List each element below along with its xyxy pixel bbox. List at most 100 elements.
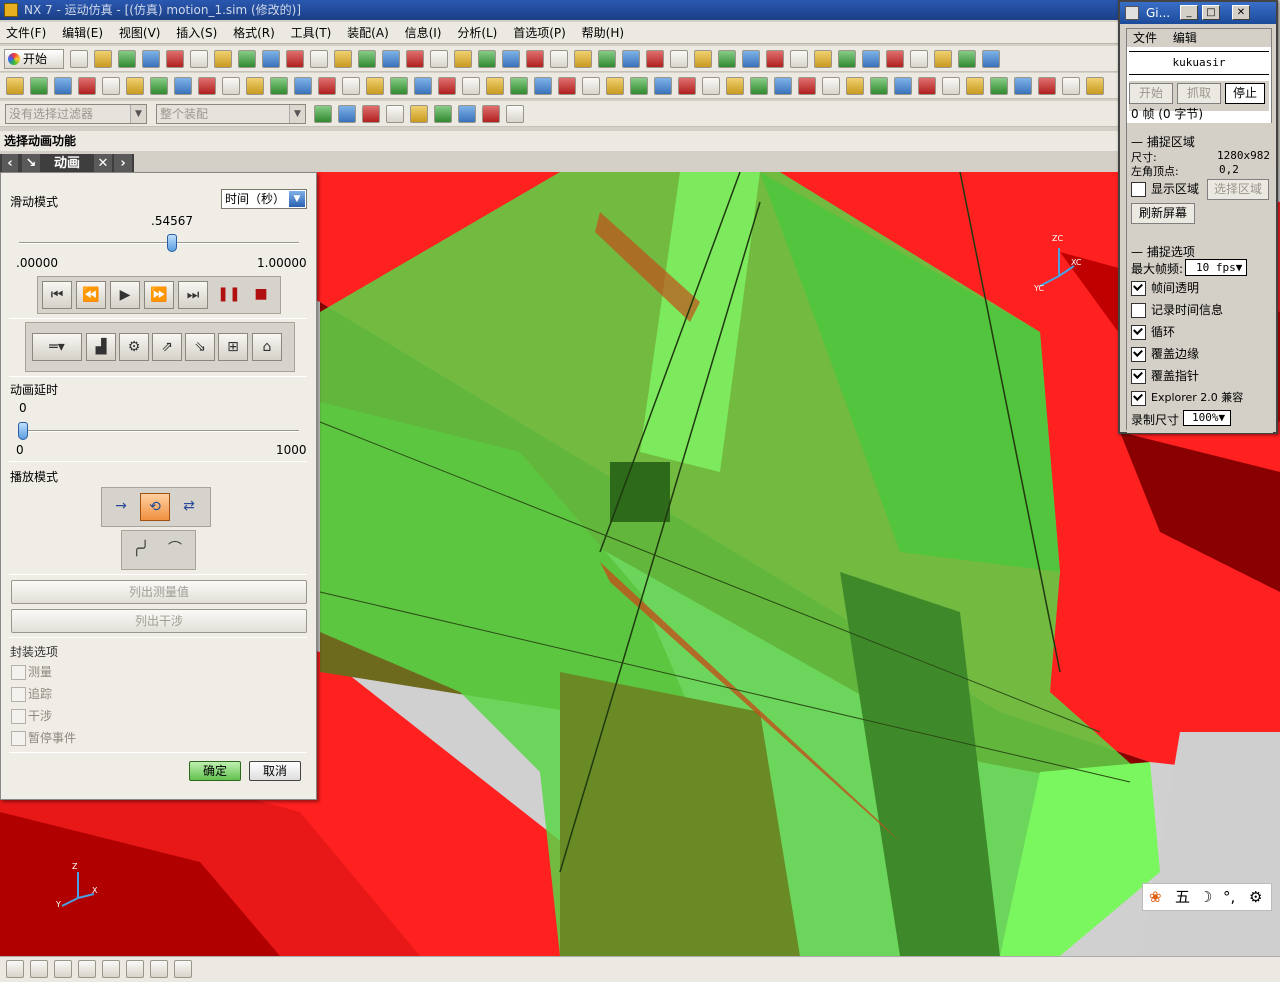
toolbar-tool-icon[interactable] (294, 77, 312, 95)
toolbar-tool-icon[interactable] (286, 50, 304, 68)
measure-checkbox[interactable]: 测量 (11, 664, 52, 680)
toolbar-tool-icon[interactable] (894, 77, 912, 95)
toolbar-tool-icon[interactable] (718, 50, 736, 68)
toolbar-tool-icon[interactable] (726, 77, 744, 95)
toolbar-tool-icon[interactable] (1086, 77, 1104, 95)
toolbar-tool-icon[interactable] (1014, 77, 1032, 95)
close-icon[interactable]: ✕ (94, 154, 112, 173)
trace-checkbox[interactable]: 追踪 (11, 686, 52, 702)
tool-icon[interactable]: ⇘ (185, 333, 215, 361)
toolbar-tool-icon[interactable] (462, 77, 480, 95)
gif-menu-edit[interactable]: 编辑 (1173, 31, 1197, 45)
toolbar-tool-icon[interactable] (846, 77, 864, 95)
start-button[interactable]: 开始 (4, 49, 64, 69)
toolbar-tool-icon[interactable] (270, 77, 288, 95)
list-interference-button[interactable]: 列出干涉 (11, 609, 307, 633)
tool-icon[interactable]: ▟ (86, 333, 116, 361)
toolbar-tool-icon[interactable] (310, 50, 328, 68)
toolbar-tool-icon[interactable] (318, 77, 336, 95)
step-forward-icon[interactable]: ⏩ (144, 281, 174, 309)
close-icon[interactable]: ✕ (1232, 5, 1250, 20)
toolbar-tool-icon[interactable] (534, 77, 552, 95)
chevron-right-icon[interactable]: › (114, 154, 132, 173)
cover-edge-checkbox[interactable]: 覆盖边缘 (1131, 346, 1199, 362)
toolbar-tool-icon[interactable] (338, 105, 356, 123)
toolbar-tool-icon[interactable] (486, 77, 504, 95)
tool-icon[interactable]: ⊞ (218, 333, 248, 361)
toolbar-tool-icon[interactable] (550, 50, 568, 68)
max-fps-select[interactable]: 10 fps▼ (1185, 259, 1247, 276)
toolbar-tool-icon[interactable] (390, 77, 408, 95)
toolbar-tool-icon[interactable] (598, 50, 616, 68)
toolbar-tool-icon[interactable] (822, 77, 840, 95)
toolbar-tool-icon[interactable] (886, 50, 904, 68)
pause-icon[interactable]: ❚❚ (214, 281, 244, 309)
loop-checkbox[interactable]: 循环 (1131, 324, 1175, 340)
toolbar-tool-icon[interactable] (434, 105, 452, 123)
ime-mode-char[interactable]: 五 (1175, 884, 1190, 910)
toolbar-tool-icon[interactable] (414, 77, 432, 95)
toolbar-tool-icon[interactable] (870, 77, 888, 95)
tool-icon[interactable]: ⚙ (119, 333, 149, 361)
toolbar-tool-icon[interactable] (438, 77, 456, 95)
toolbar-tool-icon[interactable] (862, 50, 880, 68)
toolbar-tool-icon[interactable] (342, 77, 360, 95)
toolbar-tool-icon[interactable] (670, 50, 688, 68)
toolbar-tool-icon[interactable] (458, 105, 476, 123)
gif-capture-button[interactable]: 抓取 (1177, 83, 1221, 104)
toolbar-tool-icon[interactable] (362, 105, 380, 123)
rewind-to-start-icon[interactable]: ⏮ (42, 281, 72, 309)
toolbar-tool-icon[interactable] (238, 50, 256, 68)
toolbar-tool-icon[interactable] (30, 960, 48, 978)
toolbar-tool-icon[interactable] (358, 50, 376, 68)
explorer-compat-checkbox[interactable]: Explorer 2.0 兼容 (1131, 390, 1243, 406)
toolbar-tool-icon[interactable] (102, 77, 120, 95)
menu-tools[interactable]: 工具(T) (285, 22, 338, 44)
toolbar-tool-icon[interactable] (54, 960, 72, 978)
toolbar-tool-icon[interactable] (94, 50, 112, 68)
cancel-button[interactable]: 取消 (249, 761, 301, 781)
gif-menu-file[interactable]: 文件 (1133, 31, 1157, 45)
toolbar-tool-icon[interactable] (678, 77, 696, 95)
toolbar-tool-icon[interactable] (222, 77, 240, 95)
gif-start-button[interactable]: 开始 (1129, 83, 1173, 104)
menu-format[interactable]: 格式(R) (227, 22, 281, 44)
toolbar-tool-icon[interactable] (742, 50, 760, 68)
delay-slider-thumb[interactable] (18, 422, 28, 440)
joint-icon[interactable]: ╭╯ (126, 536, 156, 564)
stop-icon[interactable]: ■ (246, 281, 276, 309)
toolbar-tool-icon[interactable] (454, 50, 472, 68)
slider-mode-select[interactable]: 时间（秒） ▼ (221, 189, 307, 209)
minimize-icon[interactable]: _ (1180, 5, 1198, 20)
toolbar-tool-icon[interactable] (126, 77, 144, 95)
toolbar-tool-icon[interactable] (174, 77, 192, 95)
toolbar-tool-icon[interactable] (558, 77, 576, 95)
toolbar-tool-icon[interactable] (102, 960, 120, 978)
toolbar-tool-icon[interactable] (574, 50, 592, 68)
toolbar-tool-icon[interactable] (482, 105, 500, 123)
tool-icon[interactable]: ⇗ (152, 333, 182, 361)
toolbar-tool-icon[interactable] (838, 50, 856, 68)
toolbar-tool-icon[interactable] (750, 77, 768, 95)
record-size-select[interactable]: 100%▼ (1183, 410, 1231, 426)
pause-event-checkbox[interactable]: 暂停事件 (11, 730, 76, 746)
forward-to-end-icon[interactable]: ⏭ (178, 281, 208, 309)
toolbar-tool-icon[interactable] (646, 50, 664, 68)
toolbar-tool-icon[interactable] (126, 960, 144, 978)
menu-help[interactable]: 帮助(H) (576, 22, 630, 44)
paw-icon[interactable]: ❀ (1149, 884, 1162, 910)
menu-preferences[interactable]: 首选项(P) (507, 22, 572, 44)
toolbar-tool-icon[interactable] (630, 77, 648, 95)
toolbar-tool-icon[interactable] (942, 77, 960, 95)
menu-insert[interactable]: 插入(S) (170, 22, 223, 44)
toolbar-tool-icon[interactable] (966, 77, 984, 95)
toolbar-tool-icon[interactable] (190, 50, 208, 68)
toolbar-tool-icon[interactable] (990, 77, 1008, 95)
toolbar-tool-icon[interactable] (78, 960, 96, 978)
punctuation-icon[interactable]: °, (1223, 884, 1235, 910)
toolbar-tool-icon[interactable] (214, 50, 232, 68)
toolbar-tool-icon[interactable] (314, 105, 332, 123)
toolbar-tool-icon[interactable] (30, 77, 48, 95)
cover-pointer-checkbox[interactable]: 覆盖指针 (1131, 368, 1199, 384)
toolbar-tool-icon[interactable] (410, 105, 428, 123)
